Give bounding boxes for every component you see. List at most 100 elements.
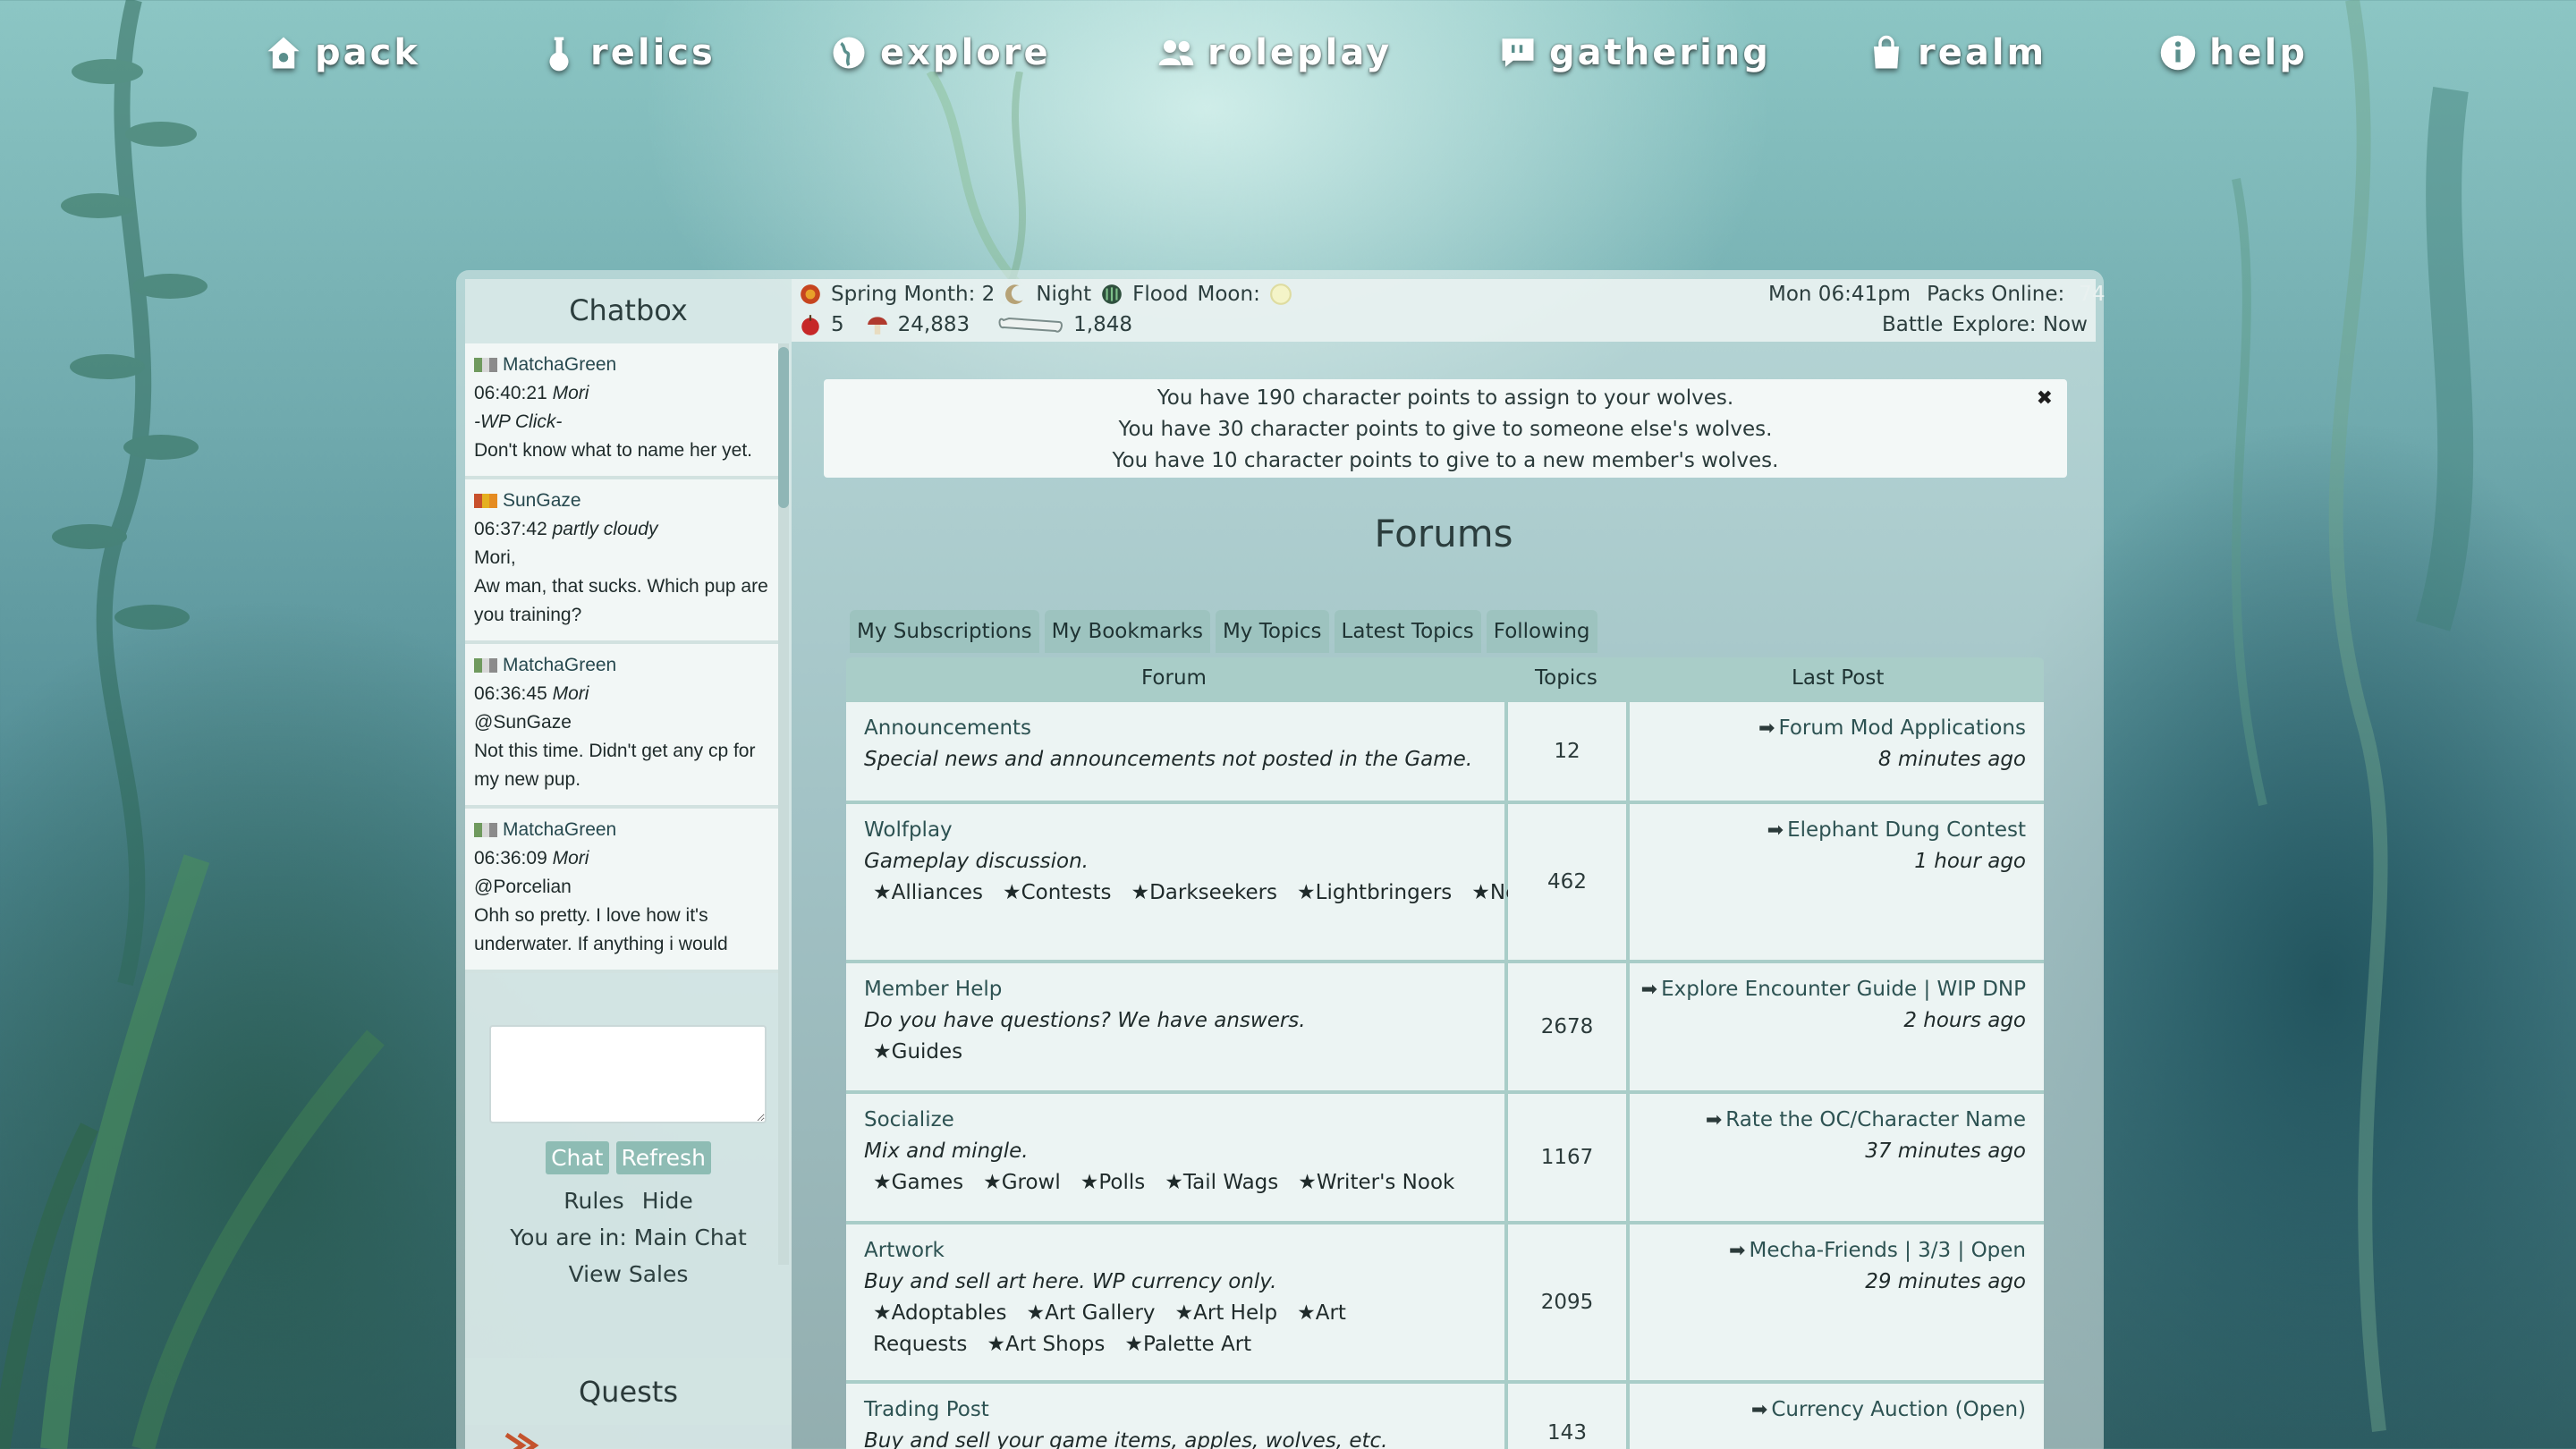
last-post-link[interactable]: ➡ Forum Mod Applications	[1630, 713, 2026, 744]
arrow-right-icon: ➡	[1640, 979, 1658, 1001]
chat-buttons: Chat Refresh	[465, 1141, 792, 1174]
forum-name-link[interactable]: Member Help	[864, 974, 1504, 1005]
tab-latest-topics[interactable]: Latest Topics	[1334, 610, 1481, 653]
chat-user[interactable]: MatchaGreen	[474, 816, 769, 844]
status-bar: Spring Month: 2 Night Flood Moon: 5 24,8…	[792, 279, 2106, 342]
subforum-link[interactable]: ★Polls	[1080, 1171, 1146, 1194]
last-post-link[interactable]: ➡ Explore Encounter Guide | WIP DNP	[1630, 974, 2026, 1005]
last-post-time: 37 minutes ago	[1865, 1140, 2026, 1163]
subforum-link[interactable]: ★Games	[873, 1171, 963, 1194]
forum-name-link[interactable]: Artwork	[864, 1235, 1504, 1267]
subforum-link[interactable]: ★Darkseekers	[1131, 881, 1277, 904]
chat-username[interactable]: MatchaGreen	[503, 351, 616, 379]
chat-username[interactable]: SunGaze	[503, 487, 581, 515]
battle-text[interactable]: Battle	[1882, 313, 1943, 336]
table-row: Wolfplay Gameplay discussion. ★Alliances ★C…	[846, 804, 2044, 960]
globe-icon	[833, 37, 865, 69]
nav-relics-label: relics	[590, 32, 716, 73]
last-post-title[interactable]: Forum Mod Applications	[1778, 716, 2026, 740]
arrow-right-icon: ➡	[1767, 819, 1784, 842]
user-flag-icon	[474, 494, 498, 508]
view-sales-link[interactable]: View Sales	[465, 1256, 792, 1292]
last-post-title[interactable]: Explore Encounter Guide | WIP DNP	[1661, 978, 2026, 1001]
last-post-title[interactable]: Mecha-Friends | 3/3 | Open	[1749, 1239, 2026, 1262]
chat-username[interactable]: MatchaGreen	[503, 651, 616, 680]
tab-following[interactable]: Following	[1486, 610, 1597, 653]
forum-cell: Member Help Do you have questions? We hav…	[846, 963, 1504, 1090]
subforum-link[interactable]: ★Writer's Nook	[1298, 1171, 1454, 1194]
packs-online-label: Packs Online:	[1927, 283, 2065, 306]
chat-meta: 06:36:09 Mori	[474, 844, 769, 873]
nav-help[interactable]: help	[2159, 21, 2308, 84]
kelp-decoration-left	[52, 0, 208, 987]
last-post-cell: ➡ Rate the OC/Character Name 37 minutes ag…	[1630, 1094, 2044, 1221]
subforum-link[interactable]: ★Art Shops	[987, 1333, 1105, 1356]
nav-explore[interactable]: explore	[830, 21, 1051, 84]
chat-user[interactable]: MatchaGreen	[474, 651, 769, 680]
chat-message: MatchaGreen 06:40:21 Mori -WP Click- Don't …	[465, 343, 778, 479]
forum-name-link[interactable]: Socialize	[864, 1105, 1504, 1136]
close-notice-icon[interactable]: ✖	[2037, 383, 2053, 414]
quests-title: Quests	[465, 1358, 792, 1425]
main-content: You have 190 character points to assign …	[792, 342, 2096, 1449]
rules-link[interactable]: Rules	[564, 1182, 623, 1219]
forum-name-link[interactable]: Wolfplay	[864, 815, 1504, 846]
last-post-link[interactable]: ➡ Mecha-Friends | 3/3 | Open	[1630, 1235, 2026, 1267]
chat-meta: 06:37:42 partly cloudy	[474, 515, 769, 544]
refresh-button[interactable]: Refresh	[615, 1141, 711, 1174]
subforum-link[interactable]: ★Palette Art	[1124, 1333, 1251, 1356]
subforum-link[interactable]: ★Adoptables	[873, 1301, 1006, 1325]
subforum-link[interactable]: ★Guides	[873, 1040, 962, 1063]
last-post-link[interactable]: ➡ Currency Auction (Open)	[1630, 1394, 2026, 1426]
chat-scrollbar-thumb[interactable]	[778, 347, 789, 508]
subforum-link[interactable]: ★Lightbringers	[1297, 881, 1452, 904]
subforum-link[interactable]: ★Art Help	[1175, 1301, 1278, 1325]
forum-name-link[interactable]: Announcements	[864, 713, 1504, 744]
subforum-link[interactable]: ★Art Gallery	[1026, 1301, 1155, 1325]
packs-online-count[interactable]: 74	[2079, 283, 2105, 306]
season-text: Spring Month: 2	[831, 283, 996, 306]
plants-decoration-bottom-left	[0, 854, 385, 1449]
time-of-day-text: Night	[1036, 283, 1092, 306]
forum-name-link[interactable]: Trading Post	[864, 1394, 1504, 1426]
hide-link[interactable]: Hide	[642, 1182, 693, 1219]
chat-messages: MatchaGreen 06:40:21 Mori -WP Click- Don't …	[465, 343, 778, 1265]
nav-realm[interactable]: realm	[1868, 21, 2046, 84]
mushrooms-count: 24,883	[897, 313, 970, 336]
subforum-link[interactable]: ★Alliances	[873, 881, 983, 904]
nav-roleplay[interactable]: roleplay	[1157, 21, 1392, 84]
chat-user[interactable]: SunGaze	[474, 487, 769, 515]
forum-cell: Announcements Special news and announceme…	[846, 702, 1504, 801]
nav-gathering[interactable]: gathering	[1499, 21, 1771, 84]
chat-input[interactable]	[489, 1025, 767, 1123]
tab-my-topics[interactable]: My Topics	[1215, 610, 1329, 653]
last-post-link[interactable]: ➡ Rate the OC/Character Name	[1630, 1105, 2026, 1136]
chat-text: @Porcelian	[474, 877, 572, 897]
last-post-time: 29 minutes ago	[1865, 1270, 2026, 1293]
subforum-link[interactable]: ★Tail Wags	[1165, 1171, 1278, 1194]
last-post-link[interactable]: ➡ Elephant Dung Contest	[1630, 815, 2026, 846]
last-post-time: 8 minutes ago	[1877, 748, 2026, 771]
chat-text: Aw man, that sucks. Which pup are you tr…	[474, 576, 774, 625]
nav-relics[interactable]: relics	[540, 21, 716, 84]
subforum-link[interactable]: ★Growl	[983, 1171, 1061, 1194]
sidebar: Chatbox MatchaGreen 06:40:21 Mori -WP Clic…	[465, 279, 792, 1449]
table-row: Trading Post Buy and sell your game items…	[846, 1384, 2044, 1449]
chat-button[interactable]: Chat	[546, 1141, 609, 1174]
subforum-link[interactable]: ★Contests	[1003, 881, 1111, 904]
chat-user[interactable]: MatchaGreen	[474, 351, 769, 379]
flood-weather-icon	[1102, 284, 1122, 304]
nav-pack[interactable]: pack	[265, 21, 420, 84]
last-post-title[interactable]: Elephant Dung Contest	[1787, 818, 2026, 842]
chat-username[interactable]: MatchaGreen	[503, 816, 616, 844]
kelp-decoration-right	[2232, 0, 2474, 1432]
explore-timer[interactable]: Explore: Now	[1952, 313, 2087, 336]
last-post-title[interactable]: Rate the OC/Character Name	[1725, 1108, 2026, 1131]
tab-my-subscriptions[interactable]: My Subscriptions	[850, 610, 1039, 653]
apple-icon	[801, 315, 819, 335]
tab-my-bookmarks[interactable]: My Bookmarks	[1044, 610, 1210, 653]
forum-description: Buy and sell art here. WP currency only.	[864, 1270, 1277, 1293]
header-forum: Forum	[1141, 666, 1207, 690]
last-post-title[interactable]: Currency Auction (Open)	[1771, 1398, 2026, 1421]
chat-log[interactable]: MatchaGreen 06:40:21 Mori -WP Click- Don't …	[465, 343, 792, 1265]
